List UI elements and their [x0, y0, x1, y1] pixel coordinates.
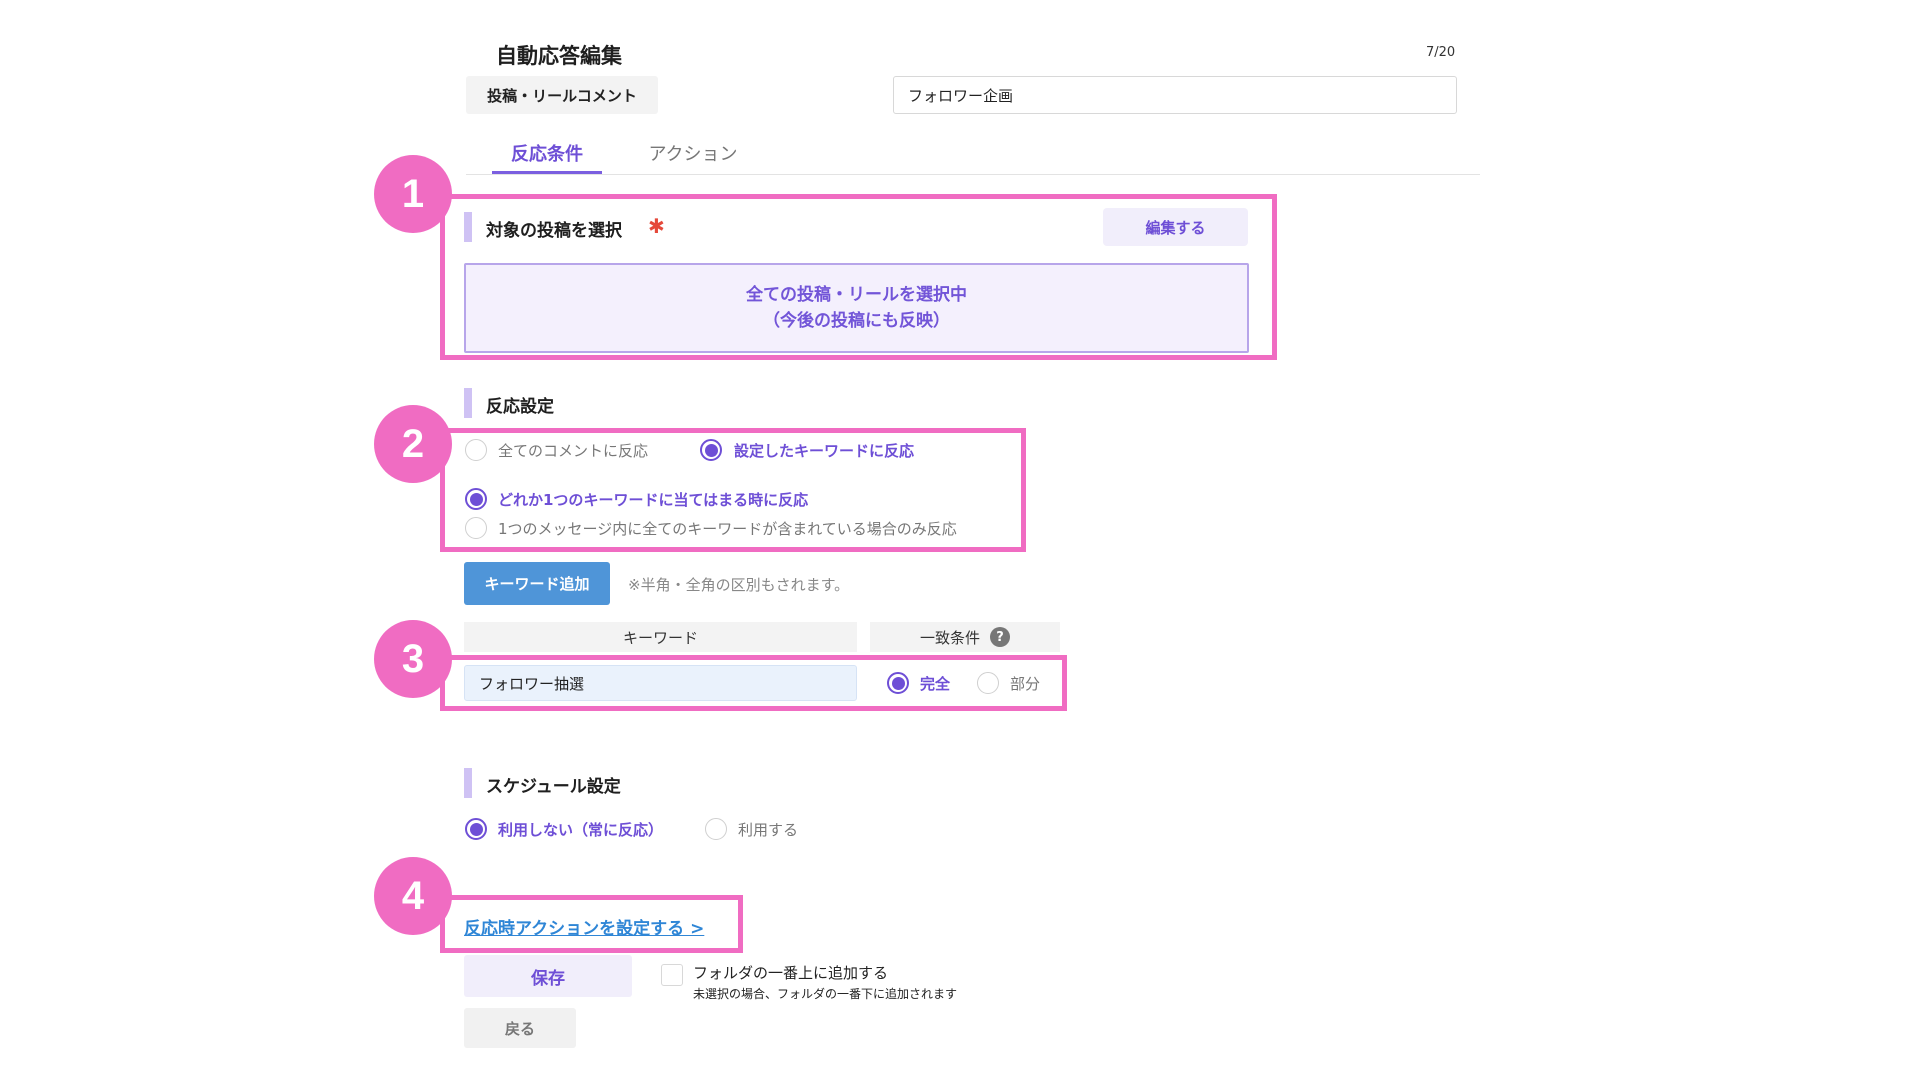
- save-button[interactable]: 保存: [464, 955, 632, 997]
- step-badge-2: 2: [374, 405, 452, 483]
- section-bar: [464, 768, 472, 798]
- radio-match-partial-label: 部分: [1010, 675, 1041, 693]
- set-action-link[interactable]: 反応時アクションを設定する >: [464, 914, 704, 939]
- radio-match-exact[interactable]: [887, 672, 909, 694]
- rule-name-input[interactable]: フォロワー企画: [893, 76, 1457, 114]
- radio-schedule-on[interactable]: [705, 818, 727, 840]
- char-counter: 7/20: [1426, 45, 1456, 60]
- required-mark-icon: ✱: [648, 214, 665, 238]
- radio-schedule-off-label: 利用しない（常に反応）: [498, 821, 664, 839]
- add-to-top-note: 未選択の場合、フォルダの一番下に追加されます: [693, 987, 958, 1001]
- edit-posts-button[interactable]: 編集する: [1103, 208, 1248, 246]
- column-header-keyword-label: キーワード: [622, 628, 698, 647]
- back-button[interactable]: 戻る: [464, 1008, 576, 1048]
- page-title: 自動応答編集: [496, 44, 622, 68]
- step-badge-3: 3: [374, 620, 452, 698]
- trigger-type-chip: 投稿・リールコメント: [466, 76, 658, 114]
- radio-match-any-label: どれか1つのキーワードに当てはまる時に反応: [498, 491, 809, 509]
- section-bar: [464, 212, 472, 242]
- add-keyword-button[interactable]: キーワード追加: [464, 562, 610, 605]
- radio-keyword-comments[interactable]: [700, 439, 722, 461]
- schedule-title: スケジュール設定: [486, 777, 621, 797]
- selected-posts-line2: （今後の投稿にも反映）: [763, 311, 950, 331]
- tab-divider: [466, 174, 1480, 175]
- radio-match-exact-label: 完全: [920, 675, 951, 693]
- selected-posts-line1: 全ての投稿・リールを選択中: [746, 285, 967, 305]
- column-header-match-label: 一致条件: [919, 628, 980, 647]
- radio-match-all-label: 1つのメッセージ内に全てのキーワードが含まれている場合のみ反応: [498, 520, 957, 538]
- radio-schedule-off[interactable]: [465, 818, 487, 840]
- step-badge-4: 4: [374, 857, 452, 935]
- add-to-top-label: フォルダの一番上に追加する: [693, 964, 889, 982]
- keyword-note: ※半角・全角の区別もされます。: [628, 576, 850, 594]
- radio-all-comments-label: 全てのコメントに反応: [498, 442, 649, 460]
- tab-conditions[interactable]: 反応条件: [492, 140, 602, 174]
- radio-schedule-on-label: 利用する: [738, 821, 799, 839]
- radio-all-comments[interactable]: [465, 439, 487, 461]
- target-posts-title: 対象の投稿を選択: [486, 221, 622, 241]
- keyword-input[interactable]: フォロワー抽選: [464, 665, 857, 701]
- add-to-top-checkbox[interactable]: [661, 964, 683, 986]
- column-header-match: 一致条件 ?: [870, 622, 1060, 652]
- step-badge-1: 1: [374, 155, 452, 233]
- radio-match-all[interactable]: [465, 517, 487, 539]
- radio-keyword-comments-label: 設定したキーワードに反応: [734, 442, 915, 460]
- column-header-keyword: キーワード: [464, 622, 857, 652]
- radio-match-any[interactable]: [465, 488, 487, 510]
- section-bar: [464, 388, 472, 418]
- selected-posts-box[interactable]: 全ての投稿・リールを選択中 （今後の投稿にも反映）: [464, 263, 1249, 353]
- radio-match-partial[interactable]: [977, 672, 999, 694]
- reaction-settings-title: 反応設定: [486, 397, 554, 417]
- help-icon[interactable]: ?: [990, 627, 1010, 647]
- tab-actions[interactable]: アクション: [638, 140, 748, 174]
